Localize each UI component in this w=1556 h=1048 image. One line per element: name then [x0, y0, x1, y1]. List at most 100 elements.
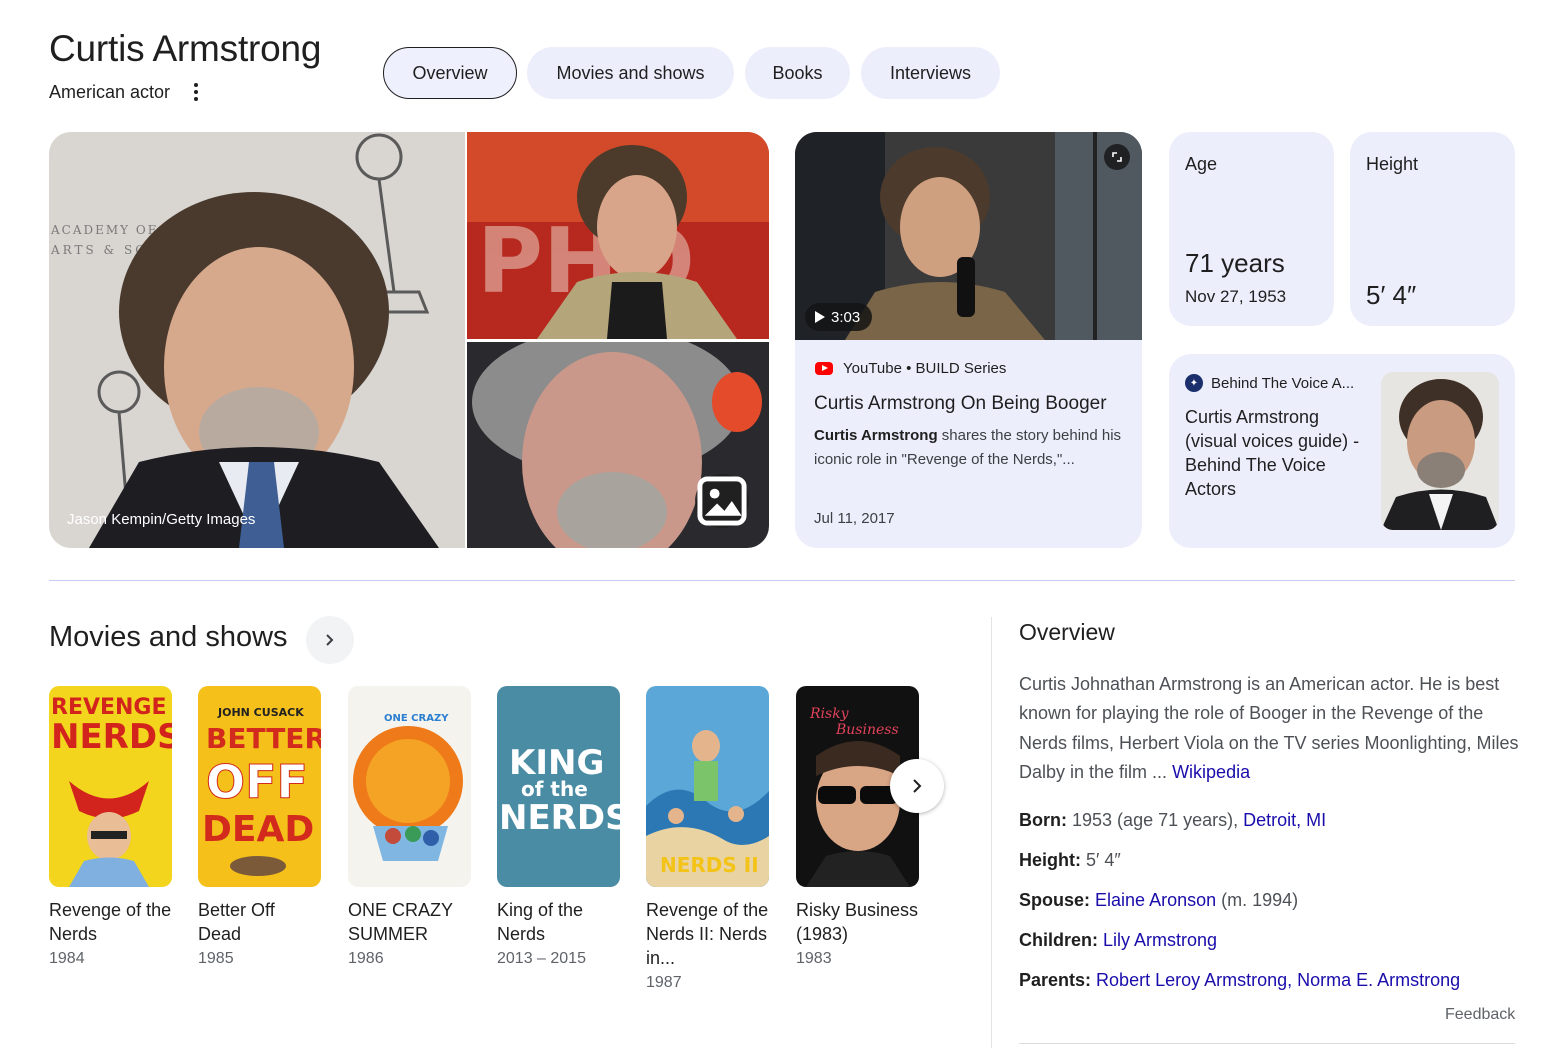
parents-fact: Parents: Robert Leroy Armstrong, Norma E…	[1019, 970, 1460, 991]
tab-label: Books	[772, 62, 823, 83]
article-title[interactable]: Curtis Armstrong (visual voices guide) -…	[1185, 405, 1365, 501]
photo-bottom-right[interactable]	[467, 342, 769, 548]
page-subtitle: American actor	[49, 82, 171, 102]
fact-label: Spouse:	[1019, 890, 1091, 910]
tab-label: Movies and shows	[556, 62, 705, 83]
image-gallery-button[interactable]	[695, 474, 749, 528]
movie-title: Risky Business (1983)	[796, 900, 919, 944]
video-source: YouTube • BUILD Series	[815, 360, 1006, 377]
video-source-text: YouTube • BUILD Series	[843, 360, 1007, 377]
movie-poster[interactable]: NERDS II	[646, 686, 769, 887]
movie-item[interactable]: KING of the NERDS King of the Nerds 2013…	[497, 686, 620, 968]
movie-poster[interactable]: JOHN CUSACK BETTER OFF DEAD	[198, 686, 321, 887]
movie-year: 1986	[348, 950, 384, 967]
wikipedia-link[interactable]: Wikipedia	[1172, 762, 1250, 782]
fact-label: Height:	[1019, 850, 1081, 870]
carousel-next-button[interactable]	[890, 759, 944, 813]
main-photo[interactable]: ACADEMY OF TE ARTS & SC Jason Kempin/Get…	[49, 132, 465, 548]
overview-text: Curtis Johnathan Armstrong is an America…	[1019, 674, 1519, 782]
parents-link[interactable]: Robert Leroy Armstrong, Norma E. Armstro…	[1096, 970, 1460, 990]
movie-poster[interactable]: ONE CRAZY	[348, 686, 471, 887]
svg-text:ONE CRAZY: ONE CRAZY	[384, 713, 449, 724]
photo-credit: Jason Kempin/Getty Images	[67, 511, 256, 528]
article-source-text: Behind The Voice A...	[1211, 374, 1355, 392]
movies-section-arrow-button[interactable]	[306, 616, 354, 664]
play-icon	[815, 311, 825, 323]
video-thumbnail[interactable]: 3:03	[795, 132, 1142, 340]
movie-year: 1985	[198, 950, 234, 967]
video-duration-badge: 3:03	[805, 303, 873, 331]
overview-description: Curtis Johnathan Armstrong is an America…	[1019, 670, 1519, 787]
movie-title: Revenge of the Nerds	[49, 900, 172, 944]
photo-top-right[interactable]: PHO	[467, 132, 769, 339]
svg-text:OFF: OFF	[206, 755, 308, 809]
svg-text:NERDS: NERDS	[499, 798, 620, 838]
height-label: Height	[1366, 154, 1419, 174]
fact-value: 5′ 4″	[1086, 850, 1121, 870]
age-card[interactable]: Age 71 years Nov 27, 1953	[1169, 132, 1334, 326]
movie-title: Revenge of the Nerds II: Nerds in...	[646, 900, 769, 968]
fact-value: 1953 (age 71 years),	[1072, 810, 1244, 830]
svg-text:ARTS & SC: ARTS & SC	[50, 243, 147, 257]
article-card[interactable]: ✦ Behind The Voice A... Curtis Armstrong…	[1169, 354, 1515, 548]
movie-year: 1984	[49, 950, 85, 967]
age-value: 71 years	[1185, 248, 1285, 278]
movie-poster[interactable]: KING of the NERDS	[497, 686, 620, 887]
svg-text:NERDS II: NERDS II	[660, 853, 759, 877]
more-options-icon[interactable]	[186, 80, 206, 104]
movie-year: 1987	[646, 974, 682, 991]
video-title[interactable]: Curtis Armstrong On Being Booger	[814, 393, 1134, 415]
tab-overview[interactable]: Overview	[383, 47, 517, 99]
tab-interviews[interactable]: Interviews	[861, 47, 1000, 99]
height-card[interactable]: Height 5′ 4″	[1350, 132, 1515, 326]
video-snippet: Curtis Armstrong shares the story behind…	[814, 424, 1129, 472]
spouse-fact: Spouse: Elaine Aronson (m. 1994)	[1019, 890, 1298, 911]
svg-text:BETTER: BETTER	[206, 722, 321, 755]
height-fact: Height: 5′ 4″	[1019, 850, 1121, 871]
page-title: Curtis Armstrong	[49, 28, 322, 69]
movie-item[interactable]: ONE CRAZY ONE CRAZY SUMMER 1986	[348, 686, 471, 968]
image-collage[interactable]: ACADEMY OF TE ARTS & SC Jason Kempin/Get…	[49, 132, 769, 548]
movies-section-title[interactable]: Movies and shows	[49, 621, 288, 654]
svg-text:JOHN CUSACK: JOHN CUSACK	[217, 706, 304, 719]
movie-year: 2013 – 2015	[497, 950, 586, 967]
tab-movies-and-shows[interactable]: Movies and shows	[527, 47, 734, 99]
movie-item[interactable]: NERDS II Revenge of the Nerds II: Nerds …	[646, 686, 769, 992]
movie-title: ONE CRAZY SUMMER	[348, 900, 453, 944]
section-divider	[49, 580, 1515, 581]
children-link[interactable]: Lily Armstrong	[1103, 930, 1217, 950]
spouse-link[interactable]: Elaine Aronson	[1095, 890, 1216, 910]
birth-date: Nov 27, 1953	[1185, 287, 1287, 306]
image-gallery-icon	[697, 476, 747, 526]
column-divider	[991, 617, 992, 1048]
video-card[interactable]: 3:03 YouTube • BUILD Series Curtis Armst…	[795, 132, 1142, 548]
feedback-link[interactable]: Feedback	[1445, 1006, 1515, 1024]
children-fact: Children: Lily Armstrong	[1019, 930, 1217, 951]
tab-label: Overview	[412, 62, 488, 83]
chevron-right-icon	[326, 634, 334, 646]
movie-item[interactable]: JOHN CUSACK BETTER OFF DEAD Better Off D…	[198, 686, 321, 968]
height-value: 5′ 4″	[1366, 280, 1417, 310]
age-label: Age	[1185, 154, 1218, 174]
movie-poster[interactable]: REVENGE NERDS	[49, 686, 172, 887]
snippet-bold: Curtis Armstrong	[814, 427, 938, 444]
article-thumbnail	[1381, 372, 1499, 530]
movie-item[interactable]: REVENGE NERDS Revenge of the Nerds 1984	[49, 686, 172, 968]
chevron-right-icon	[913, 779, 922, 793]
movie-title: Better Off Dead	[198, 900, 275, 944]
bottom-divider	[1019, 1043, 1515, 1044]
movie-item[interactable]: Risky Business Risky Business (1983) 198…	[796, 686, 919, 968]
expand-icon[interactable]	[1104, 144, 1130, 170]
fact-value: (m. 1994)	[1216, 890, 1299, 910]
youtube-icon	[815, 362, 833, 375]
duration-text: 3:03	[831, 308, 861, 326]
article-source: ✦ Behind The Voice A...	[1185, 374, 1354, 392]
tab-books[interactable]: Books	[745, 47, 850, 99]
tab-label: Interviews	[889, 62, 972, 83]
fact-label: Children:	[1019, 930, 1098, 950]
movie-year: 1983	[796, 950, 832, 967]
svg-text:Business: Business	[835, 722, 899, 738]
overview-title: Overview	[1019, 619, 1115, 645]
fact-label: Parents:	[1019, 970, 1092, 990]
birthplace-link[interactable]: Detroit, MI	[1243, 810, 1326, 830]
